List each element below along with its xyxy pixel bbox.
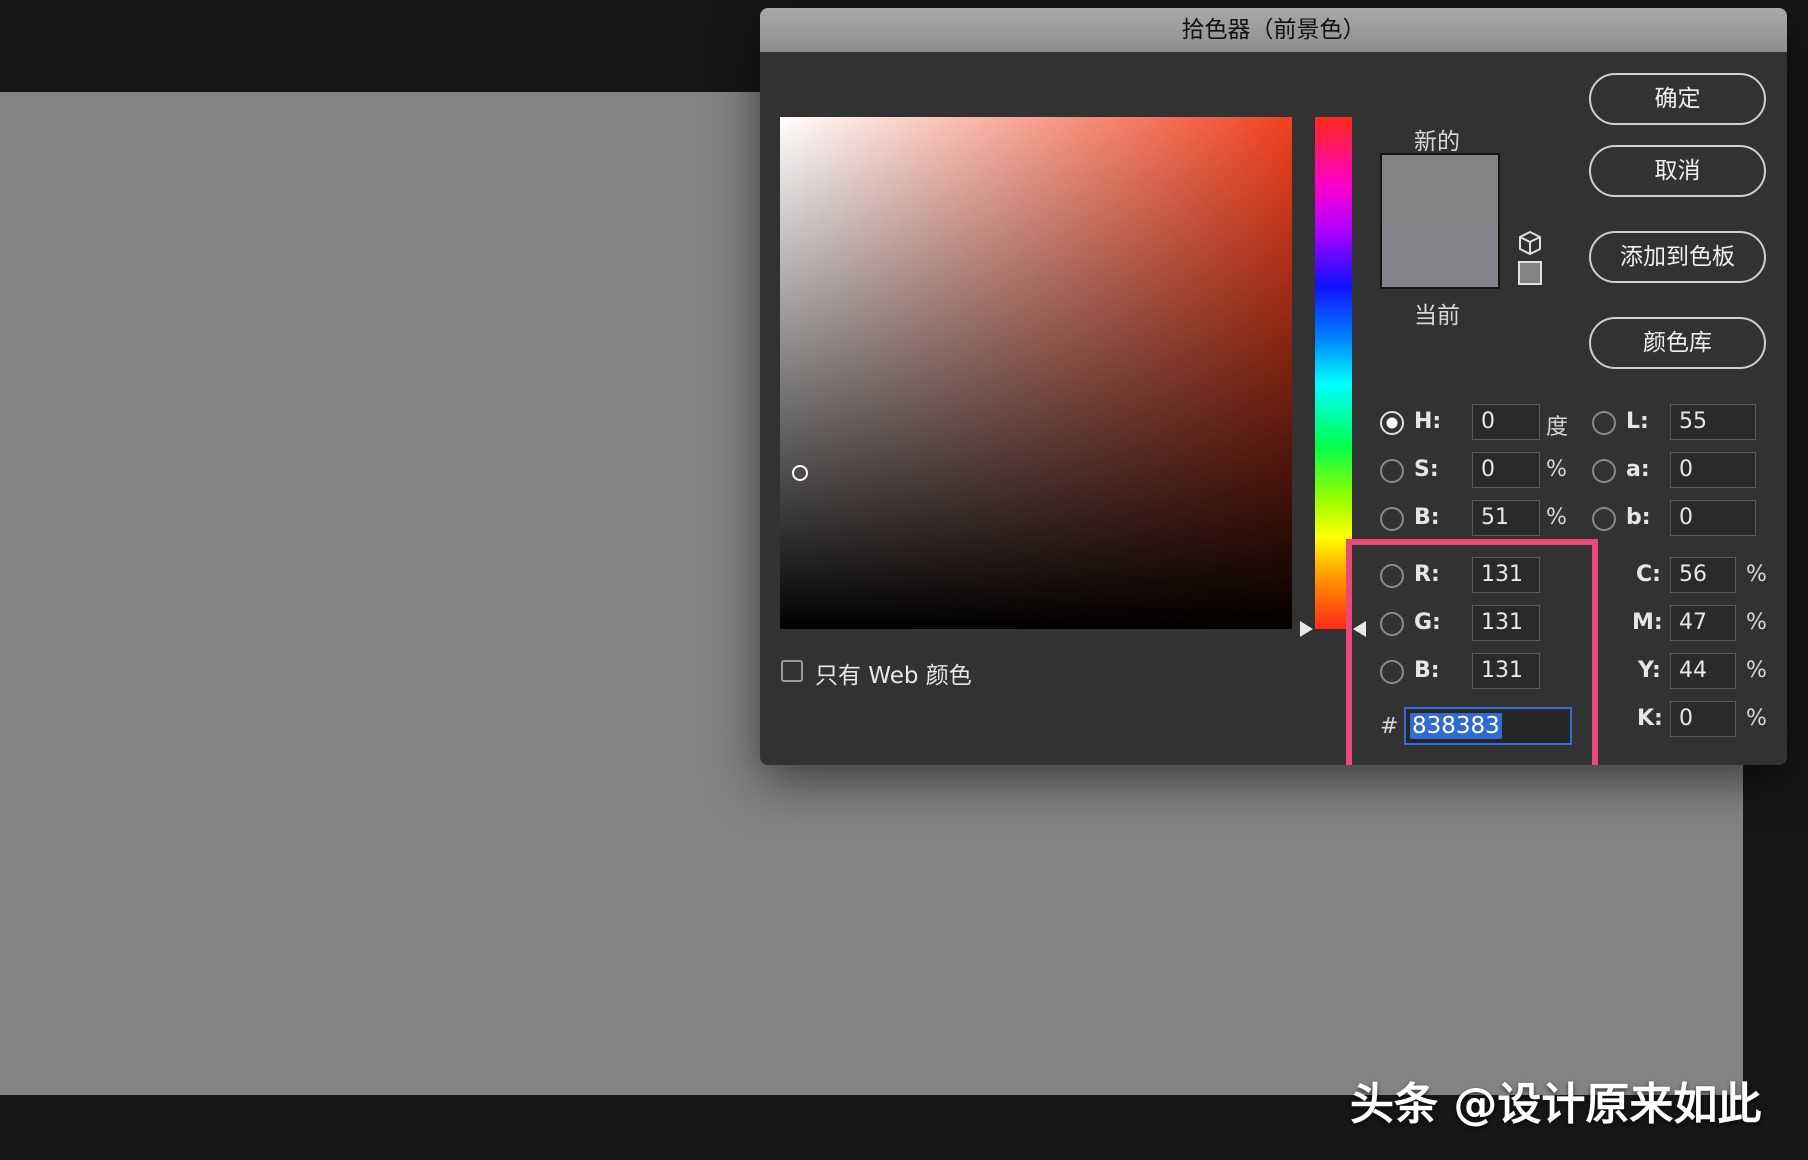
unit-k: % [1746,706,1767,731]
hue-slider-handle-left[interactable] [1300,621,1313,637]
current-color-swatch[interactable] [1382,221,1498,287]
input-a[interactable]: 0 [1670,452,1756,488]
unit-y: % [1746,658,1767,683]
input-lab-b[interactable]: 0 [1670,500,1756,536]
web-only-label[interactable]: 只有 Web 颜色 [815,656,972,690]
radio-l[interactable] [1592,411,1616,435]
label-c: C: [1636,562,1661,587]
annotation-highlight-box [1346,539,1598,765]
input-l[interactable]: 55 [1670,404,1756,440]
label-y: Y: [1638,658,1661,683]
label-k: K: [1637,706,1663,731]
radio-b[interactable] [1380,507,1404,531]
color-libraries-button[interactable]: 颜色库 [1589,317,1766,369]
label-l: L: [1626,409,1649,434]
input-h[interactable]: 0 [1472,404,1540,440]
ok-button[interactable]: 确定 [1589,73,1766,125]
radio-a[interactable] [1592,459,1616,483]
color-field-marker[interactable] [792,465,808,481]
input-c[interactable]: 56 [1670,557,1736,593]
unit-h: 度 [1546,409,1568,441]
unit-c: % [1746,562,1767,587]
unit-m: % [1746,610,1767,635]
current-color-label: 当前 [1414,296,1460,330]
add-to-swatches-button[interactable]: 添加到色板 [1589,231,1766,283]
input-s[interactable]: 0 [1472,452,1540,488]
dialog-title: 拾色器（前景色） [760,8,1787,52]
label-s: S: [1414,457,1439,482]
cube-icon[interactable] [1517,230,1543,260]
label-lab-b: b: [1626,505,1651,530]
watermark-text: 头条 @设计原来如此 [1350,1068,1761,1132]
unit-s: % [1546,457,1567,482]
label-m: M: [1632,610,1663,635]
input-b[interactable]: 51 [1472,500,1540,536]
web-only-checkbox[interactable] [781,660,803,682]
label-h: H: [1414,409,1441,434]
input-k[interactable]: 0 [1670,701,1736,737]
label-b: B: [1414,505,1440,530]
cancel-button[interactable]: 取消 [1589,145,1766,197]
radio-s[interactable] [1380,459,1404,483]
label-a: a: [1626,457,1650,482]
radio-h[interactable] [1380,411,1404,435]
input-m[interactable]: 47 [1670,605,1736,641]
radio-lab-b[interactable] [1592,507,1616,531]
input-y[interactable]: 44 [1670,653,1736,689]
new-color-swatch [1382,155,1498,221]
color-picker-dialog: 拾色器（前景色） 新的 当前 确定 取消 添加到色板 颜色库 H: 0 度 S:… [760,8,1787,765]
square-icon[interactable] [1518,261,1542,285]
saturation-brightness-field[interactable] [780,117,1292,629]
color-preview [1380,153,1500,289]
new-color-label: 新的 [1414,122,1460,156]
unit-b: % [1546,505,1567,530]
